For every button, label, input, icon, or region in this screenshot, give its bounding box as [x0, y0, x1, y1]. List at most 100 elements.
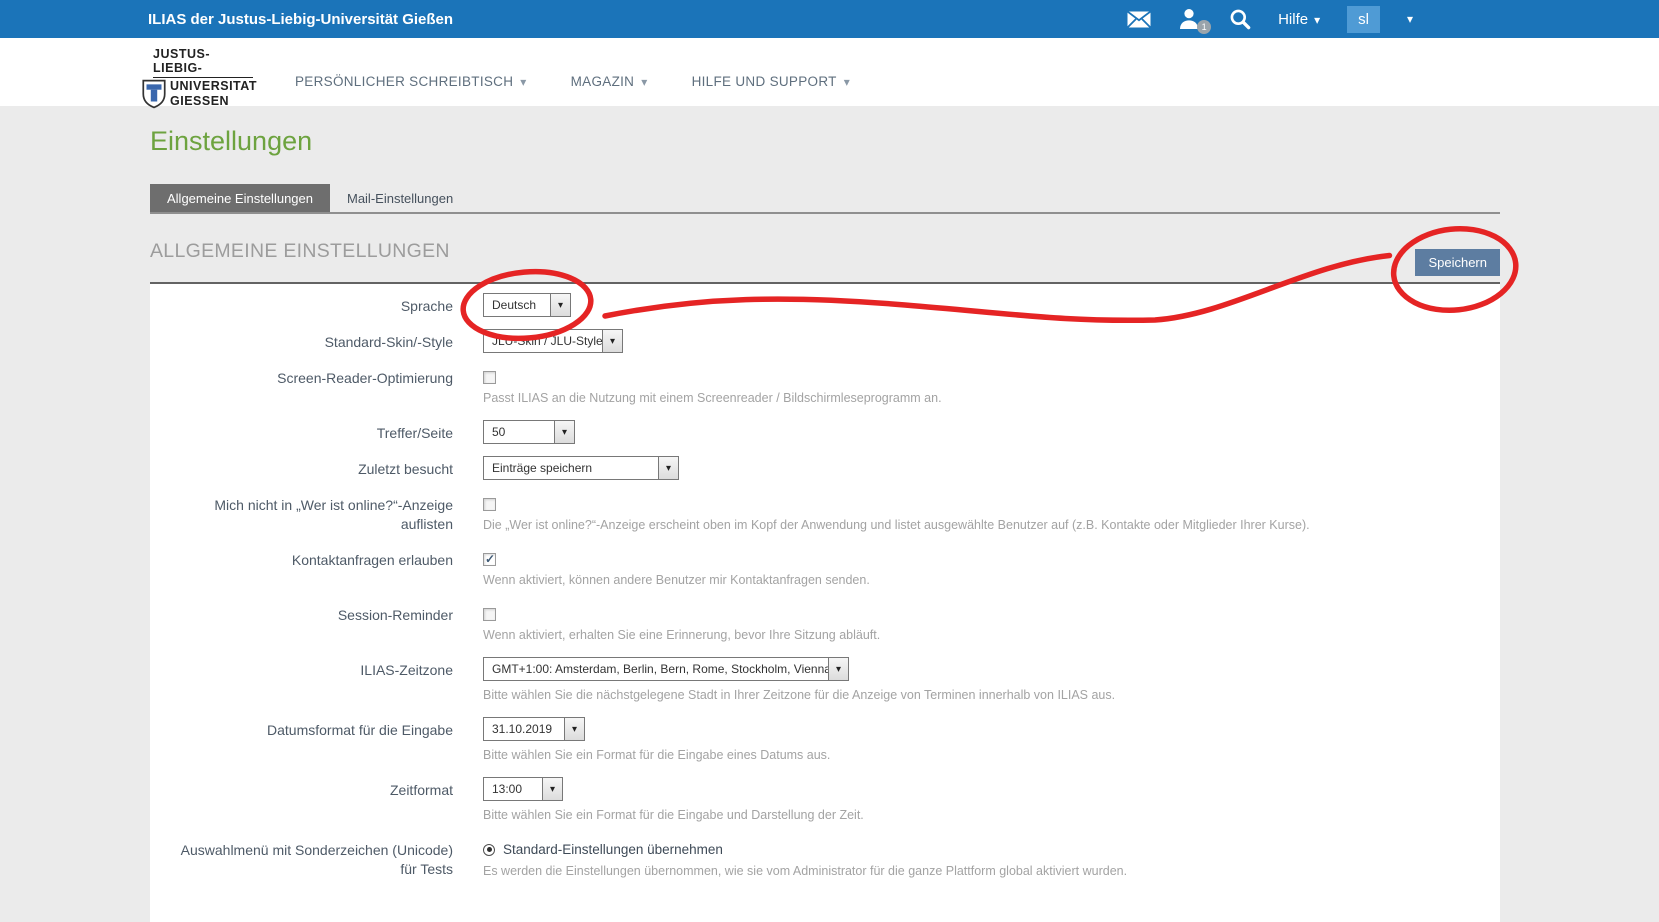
mail-icon[interactable] — [1127, 11, 1151, 28]
checkbox-session-reminder[interactable] — [483, 608, 496, 621]
logo-text-line3: GIESSEN — [170, 94, 257, 109]
form-row-label: Kontaktanfragen erlauben — [150, 547, 483, 590]
form-row-label: Zuletzt besucht — [150, 456, 483, 480]
form-row-help: Bitte wählen Sie ein Format für die Eing… — [483, 747, 1500, 763]
select-datumsformat[interactable]: 31.10.2019 — [483, 717, 585, 741]
save-button[interactable]: Speichern — [1415, 249, 1500, 276]
form-row-label-line: Sprache — [150, 297, 453, 316]
form-row-label-line: Auswahlmenü mit Sonderzeichen (Unicode) — [150, 841, 453, 860]
notification-badge: 1 — [1197, 20, 1211, 34]
form-row-control: Passt ILIAS an die Nutzung mit einem Scr… — [483, 365, 1500, 408]
form-row-control: Einträge speichern — [483, 456, 1500, 480]
nav-hilfe-und-support[interactable]: HILFE UND SUPPORT — [692, 74, 850, 89]
select-zuletzt-besucht[interactable]: Einträge speichern — [483, 456, 679, 480]
form-row-label: Session-Reminder — [150, 602, 483, 645]
main-nav: PERSÖNLICHER SCHREIBTISCH MAGAZIN HILFE … — [295, 74, 850, 89]
form-row-help: Es werden die Einstellungen übernommen, … — [483, 863, 1500, 879]
form-row-help: Die „Wer ist online?“-Anzeige erscheint … — [483, 517, 1500, 533]
form-row-zeitformat: Zeitformat 13:00 Bitte wählen Sie ein Form… — [150, 777, 1500, 825]
form-row-control: Deutsch — [483, 293, 1500, 317]
user-menu-chevron-icon[interactable] — [1407, 10, 1413, 28]
site-header: JUSTUS-LIEBIG- UNIVERSITAT GIESSEN PERSÖ… — [0, 38, 1659, 106]
chevron-down-icon — [641, 74, 647, 89]
search-icon[interactable] — [1229, 8, 1251, 30]
help-menu[interactable]: Hilfe — [1278, 11, 1320, 28]
user-icon[interactable]: 1 — [1178, 8, 1202, 30]
user-menu-initials[interactable]: sl — [1347, 6, 1380, 33]
form-row-label-line: Mich nicht in „Wer ist online?“-Anzeige — [150, 496, 453, 515]
select-arrow-icon[interactable] — [564, 717, 585, 741]
select-standard-skin-style[interactable]: JLU-Skin / JLU-Style — [483, 329, 623, 353]
select-arrow-icon[interactable] — [550, 293, 571, 317]
form-row-datumsformat: Datumsformat für die Eingabe 31.10.2019 Bi… — [150, 717, 1500, 765]
select-value: 50 — [483, 420, 554, 444]
chevron-down-icon — [844, 74, 850, 89]
select-arrow-icon[interactable] — [554, 420, 575, 444]
form-row-label-line: Zeitformat — [150, 781, 453, 800]
tab-bar: Allgemeine Einstellungen Mail-Einstellun… — [150, 184, 1500, 214]
form-row-label-line: Standard-Skin/-Style — [150, 333, 453, 352]
nav-persoenlicher-schreibtisch[interactable]: PERSÖNLICHER SCHREIBTISCH — [295, 74, 527, 89]
top-bar-actions: 1 Hilfe sl — [1127, 6, 1659, 33]
form-row-control: 50 — [483, 420, 1500, 444]
form-row-label: Screen-Reader-Optimierung — [150, 365, 483, 408]
shield-logo-icon — [141, 79, 167, 109]
form-row-control: Wenn aktiviert, erhalten Sie eine Erinne… — [483, 602, 1500, 645]
nav-label: HILFE UND SUPPORT — [692, 74, 837, 89]
form-row-label-line: Screen-Reader-Optimierung — [150, 369, 453, 388]
checkbox-wer-ist-online[interactable] — [483, 498, 496, 511]
form-row-label: Datumsformat für die Eingabe — [150, 717, 483, 765]
radio-button-icon[interactable] — [483, 844, 495, 856]
section-header-row: ALLGEMEINE EINSTELLUNGEN Speichern — [150, 240, 1500, 270]
select-arrow-icon[interactable] — [602, 329, 623, 353]
form-row-label-line: Datumsformat für die Eingabe — [150, 721, 453, 740]
select-value: JLU-Skin / JLU-Style — [483, 329, 602, 353]
form-row-label-line: ILIAS-Zeitzone — [150, 661, 453, 680]
nav-label: MAGAZIN — [571, 74, 635, 89]
select-value: 13:00 — [483, 777, 542, 801]
form-row-help: Passt ILIAS an die Nutzung mit einem Scr… — [483, 390, 1500, 406]
select-value: Deutsch — [483, 293, 550, 317]
form-row-label: ILIAS-Zeitzone — [150, 657, 483, 705]
form-row-help: Wenn aktiviert, können andere Benutzer m… — [483, 572, 1500, 588]
checkbox-screen-reader-optimierung[interactable] — [483, 371, 496, 384]
chevron-down-icon — [1314, 11, 1320, 28]
radio-sonderzeichen-unicode[interactable]: Standard-Einstellungen übernehmen — [483, 837, 1500, 857]
form-row-zuletzt-besucht: Zuletzt besuchtEinträge speichern — [150, 456, 1500, 480]
form-row-help: Bitte wählen Sie die nächstgelegene Stad… — [483, 687, 1500, 703]
section-title: ALLGEMEINE EINSTELLUNGEN — [150, 240, 450, 263]
tab-mail-einstellungen[interactable]: Mail-Einstellungen — [330, 184, 470, 212]
select-ilias-zeitzone[interactable]: GMT+1:00: Amsterdam, Berlin, Bern, Rome,… — [483, 657, 849, 681]
form-row-control: 13:00 Bitte wählen Sie ein Format für die… — [483, 777, 1500, 825]
form-row-wer-ist-online: Mich nicht in „Wer ist online?“-Anzeigea… — [150, 492, 1500, 535]
form-row-sprache: Sprache Deutsch — [150, 293, 1500, 317]
checkbox-kontaktanfragen-erlauben[interactable] — [483, 553, 496, 566]
form-row-session-reminder: Session-ReminderWenn aktiviert, erhalten… — [150, 602, 1500, 645]
select-zeitformat[interactable]: 13:00 — [483, 777, 563, 801]
logo-text-line2: UNIVERSITAT — [170, 79, 257, 94]
form-row-label: Mich nicht in „Wer ist online?“-Anzeigea… — [150, 492, 483, 535]
form-row-label: Treffer/Seite — [150, 420, 483, 444]
form-row-screen-reader-optimierung: Screen-Reader-Optimierung Passt ILIAS an … — [150, 365, 1500, 408]
nav-magazin[interactable]: MAGAZIN — [571, 74, 648, 89]
form-row-treffer-seite: Treffer/Seite50 — [150, 420, 1500, 444]
select-value: Einträge speichern — [483, 456, 658, 480]
select-arrow-icon[interactable] — [658, 456, 679, 480]
nav-label: PERSÖNLICHER SCHREIBTISCH — [295, 74, 513, 89]
form-rows: Sprache Deutsch Standard-Skin/-Style JLU-Sk… — [150, 293, 1500, 881]
select-arrow-icon[interactable] — [828, 657, 849, 681]
form-row-control: Standard-Einstellungen übernehmen Es werd… — [483, 837, 1500, 881]
tab-allgemeine-einstellungen[interactable]: Allgemeine Einstellungen — [150, 184, 330, 212]
select-sprache[interactable]: Deutsch — [483, 293, 571, 317]
form-row-label: Auswahlmenü mit Sonderzeichen (Unicode)f… — [150, 837, 483, 881]
form-row-help: Bitte wählen Sie ein Format für die Eing… — [483, 807, 1500, 823]
content-area: Einstellungen Allgemeine Einstellungen M… — [150, 126, 1500, 922]
radio-label: Standard-Einstellungen übernehmen — [503, 842, 723, 857]
top-bar: ILIAS der Justus-Liebig-Universität Gieß… — [0, 0, 1659, 38]
university-logo[interactable]: JUSTUS-LIEBIG- UNIVERSITAT GIESSEN — [153, 47, 257, 109]
page-title: Einstellungen — [150, 126, 1500, 156]
select-treffer-seite[interactable]: 50 — [483, 420, 575, 444]
select-value: GMT+1:00: Amsterdam, Berlin, Bern, Rome,… — [483, 657, 828, 681]
select-arrow-icon[interactable] — [542, 777, 563, 801]
form-row-control: JLU-Skin / JLU-Style — [483, 329, 1500, 353]
